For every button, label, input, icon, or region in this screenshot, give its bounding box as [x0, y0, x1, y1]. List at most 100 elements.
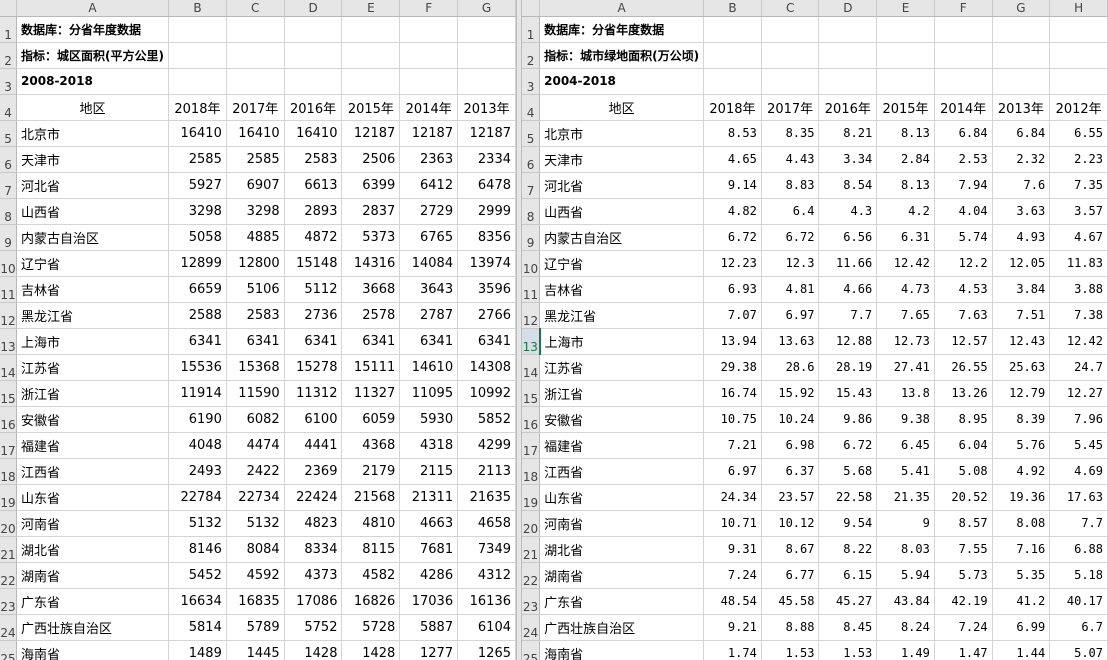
value-cell[interactable]: 8146: [168, 536, 227, 563]
empty-cell[interactable]: [818, 68, 878, 95]
value-cell[interactable]: 16410: [226, 120, 285, 147]
empty-cell[interactable]: [1049, 42, 1108, 69]
region-cell[interactable]: 吉林省: [16, 276, 170, 303]
value-cell[interactable]: 3298: [168, 198, 227, 225]
region-cell[interactable]: 内蒙古自治区: [16, 224, 170, 251]
value-cell[interactable]: 2578: [341, 302, 401, 329]
row-header[interactable]: 21: [0, 536, 18, 563]
value-cell[interactable]: 15368: [226, 354, 285, 381]
header-cell[interactable]: 2018年: [703, 94, 762, 121]
row-header[interactable]: 10: [0, 250, 18, 277]
value-cell[interactable]: 12.57: [934, 328, 993, 355]
value-cell[interactable]: 8.45: [818, 614, 878, 641]
value-cell[interactable]: 6.77: [761, 562, 820, 589]
value-cell[interactable]: 15148: [284, 250, 343, 277]
column-header-f[interactable]: F: [934, 0, 993, 17]
row-header[interactable]: 5: [522, 120, 541, 147]
row-header[interactable]: 2: [0, 42, 18, 69]
value-cell[interactable]: 6.4: [761, 198, 820, 225]
value-cell[interactable]: 12.27: [1049, 380, 1108, 407]
value-cell[interactable]: 7.16: [992, 536, 1051, 563]
region-cell[interactable]: 河南省: [539, 510, 705, 537]
value-cell[interactable]: 2999: [457, 198, 516, 225]
empty-cell[interactable]: [703, 68, 762, 95]
value-cell[interactable]: 1.53: [818, 640, 878, 660]
value-cell[interactable]: 10.24: [761, 406, 820, 433]
empty-cell[interactable]: [399, 42, 459, 69]
value-cell[interactable]: 5373: [341, 224, 401, 251]
value-cell[interactable]: 14610: [399, 354, 459, 381]
value-cell[interactable]: 8.13: [876, 120, 935, 147]
value-cell[interactable]: 16.74: [703, 380, 762, 407]
value-cell[interactable]: 2736: [284, 302, 343, 329]
value-cell[interactable]: 16634: [168, 588, 227, 615]
row-header[interactable]: 1: [522, 16, 541, 43]
region-cell[interactable]: 上海市: [16, 328, 170, 355]
empty-cell[interactable]: [992, 68, 1051, 95]
value-cell[interactable]: 2493: [168, 458, 227, 485]
value-cell[interactable]: 12800: [226, 250, 285, 277]
value-cell[interactable]: 3.84: [992, 276, 1051, 303]
row-header[interactable]: 23: [522, 588, 541, 615]
title-cell[interactable]: 2004-2018: [539, 68, 705, 95]
value-cell[interactable]: 1489: [168, 640, 227, 660]
value-cell[interactable]: 11914: [168, 380, 227, 407]
row-header[interactable]: 11: [522, 276, 541, 303]
value-cell[interactable]: 1445: [226, 640, 285, 660]
value-cell[interactable]: 4.93: [992, 224, 1051, 251]
empty-cell[interactable]: [284, 42, 343, 69]
region-cell[interactable]: 福建省: [16, 432, 170, 459]
value-cell[interactable]: 43.84: [876, 588, 935, 615]
value-cell[interactable]: 22734: [226, 484, 285, 511]
value-cell[interactable]: 4.43: [761, 146, 820, 173]
region-cell[interactable]: 福建省: [539, 432, 705, 459]
value-cell[interactable]: 2113: [457, 458, 516, 485]
column-header-g[interactable]: G: [457, 0, 516, 17]
empty-cell[interactable]: [457, 68, 516, 95]
value-cell[interactable]: 14316: [341, 250, 401, 277]
value-cell[interactable]: 13.94: [703, 328, 762, 355]
header-cell[interactable]: 2015年: [876, 94, 935, 121]
row-header[interactable]: 8: [522, 198, 541, 225]
value-cell[interactable]: 13.63: [761, 328, 820, 355]
header-cell[interactable]: 2016年: [284, 94, 343, 121]
region-cell[interactable]: 浙江省: [16, 380, 170, 407]
value-cell[interactable]: 6059: [341, 406, 401, 433]
value-cell[interactable]: 26.55: [934, 354, 993, 381]
value-cell[interactable]: 16410: [284, 120, 343, 147]
row-header[interactable]: 15: [522, 380, 541, 407]
left-sheet-pane[interactable]: A B C D E F G 1 数据库：分省年度数据 2 指标：城区面积(平方公里) 3 2008-20…: [0, 0, 516, 660]
value-cell[interactable]: 16410: [168, 120, 227, 147]
value-cell[interactable]: 4.04: [934, 198, 993, 225]
value-cell[interactable]: 6341: [284, 328, 343, 355]
empty-cell[interactable]: [341, 68, 401, 95]
value-cell[interactable]: 6.84: [992, 120, 1051, 147]
empty-cell[interactable]: [934, 16, 993, 43]
value-cell[interactable]: 5.76: [992, 432, 1051, 459]
value-cell[interactable]: 7.6: [992, 172, 1051, 199]
value-cell[interactable]: 4.81: [761, 276, 820, 303]
column-header-c[interactable]: C: [761, 0, 820, 17]
value-cell[interactable]: 24.7: [1049, 354, 1108, 381]
row-header[interactable]: 12: [0, 302, 18, 329]
value-cell[interactable]: 9.54: [818, 510, 878, 537]
value-cell[interactable]: 2837: [341, 198, 401, 225]
value-cell[interactable]: 6.72: [818, 432, 878, 459]
region-cell[interactable]: 辽宁省: [16, 250, 170, 277]
row-header[interactable]: 20: [522, 510, 541, 537]
region-cell[interactable]: 广西壮族自治区: [16, 614, 170, 641]
value-cell[interactable]: 5106: [226, 276, 285, 303]
empty-cell[interactable]: [876, 68, 935, 95]
value-cell[interactable]: 2.32: [992, 146, 1051, 173]
value-cell[interactable]: 5814: [168, 614, 227, 641]
row-header[interactable]: 19: [0, 484, 18, 511]
value-cell[interactable]: 5.07: [1049, 640, 1108, 660]
row-header[interactable]: 6: [0, 146, 18, 173]
value-cell[interactable]: 4872: [284, 224, 343, 251]
value-cell[interactable]: 6.31: [876, 224, 935, 251]
value-cell[interactable]: 12.79: [992, 380, 1051, 407]
empty-cell[interactable]: [284, 16, 343, 43]
value-cell[interactable]: 13.8: [876, 380, 935, 407]
header-cell[interactable]: 2012年: [1049, 94, 1108, 121]
value-cell[interactable]: 3298: [226, 198, 285, 225]
